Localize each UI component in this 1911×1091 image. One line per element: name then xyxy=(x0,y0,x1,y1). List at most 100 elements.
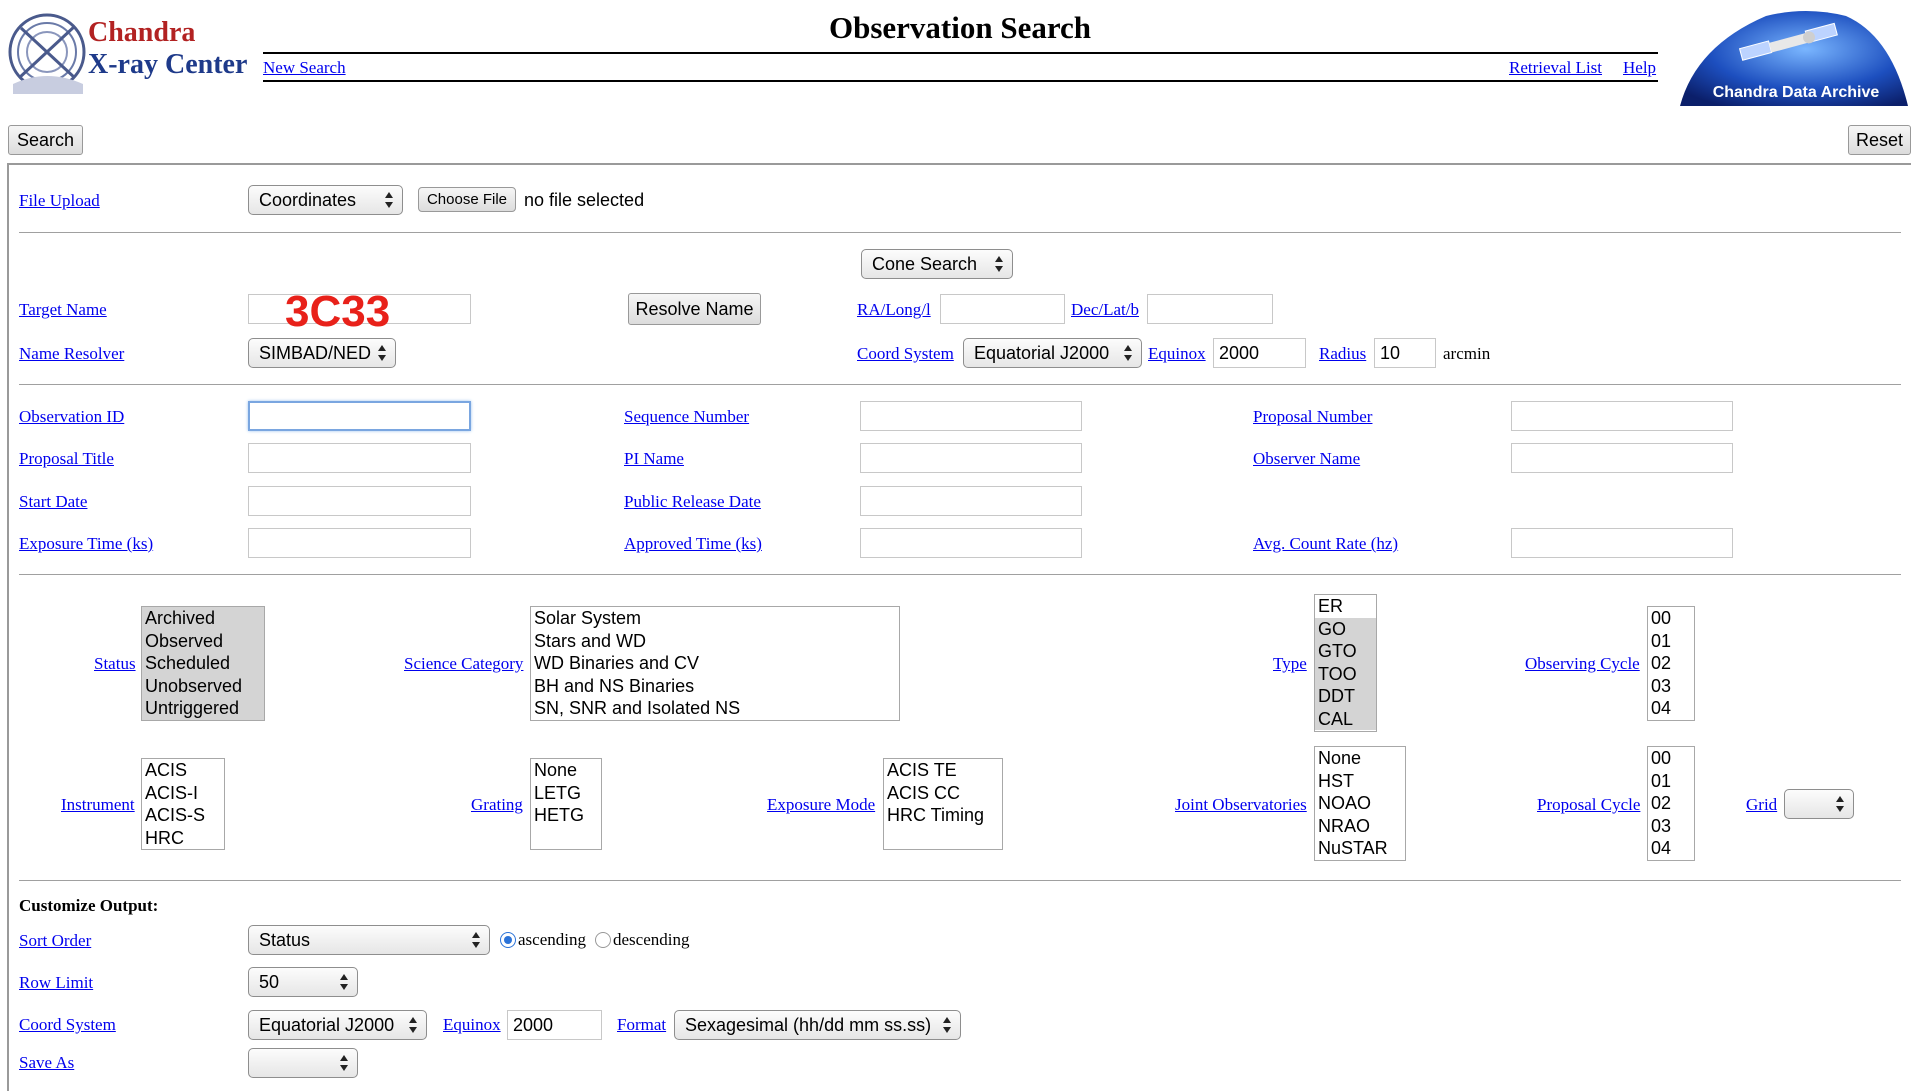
list-item[interactable]: BH and NS Binaries xyxy=(531,675,899,698)
grid-select[interactable] xyxy=(1784,789,1854,819)
sequence-number-input[interactable] xyxy=(860,401,1082,431)
proposal-title-input[interactable] xyxy=(248,443,471,473)
equinox-link[interactable]: Equinox xyxy=(1148,344,1206,364)
choose-file-button[interactable]: Choose File xyxy=(418,187,516,212)
list-item[interactable]: DDT xyxy=(1315,685,1376,708)
public-release-date-link[interactable]: Public Release Date xyxy=(624,492,761,512)
list-item[interactable]: 04 xyxy=(1648,837,1694,860)
ascending-radio[interactable] xyxy=(500,932,516,948)
list-item[interactable]: Untriggered xyxy=(142,697,264,720)
new-search-link[interactable]: New Search xyxy=(263,58,346,78)
descending-radio[interactable] xyxy=(595,932,611,948)
type-listbox[interactable]: ER GO GTO TOO DDT CAL xyxy=(1314,594,1377,732)
radius-input[interactable]: 10 xyxy=(1374,338,1436,368)
pi-name-input[interactable] xyxy=(860,443,1082,473)
list-item[interactable]: 03 xyxy=(1648,675,1694,698)
grating-link[interactable]: Grating xyxy=(471,795,523,815)
row-limit-select[interactable]: 50 xyxy=(248,967,358,997)
observation-id-input[interactable] xyxy=(248,401,471,431)
pi-name-link[interactable]: PI Name xyxy=(624,449,684,469)
list-item[interactable]: TOO xyxy=(1315,662,1376,685)
list-item[interactable]: ACIS CC xyxy=(884,782,1002,805)
sequence-number-link[interactable]: Sequence Number xyxy=(624,407,749,427)
exposure-time-input[interactable] xyxy=(248,528,471,558)
observer-name-link[interactable]: Observer Name xyxy=(1253,449,1360,469)
list-item[interactable]: HST xyxy=(1315,770,1405,793)
list-item[interactable]: WD Binaries and CV xyxy=(531,652,899,675)
list-item[interactable]: ACIS TE xyxy=(884,759,1002,782)
upload-type-select[interactable]: Coordinates xyxy=(248,185,403,215)
list-item[interactable]: ACIS-I xyxy=(142,782,224,805)
output-equinox-link[interactable]: Equinox xyxy=(443,1015,501,1035)
approved-time-link[interactable]: Approved Time (ks) xyxy=(624,534,762,554)
resolve-name-button[interactable]: Resolve Name xyxy=(628,293,761,325)
list-item[interactable]: CAL xyxy=(1315,707,1376,730)
output-coord-system-link[interactable]: Coord System xyxy=(19,1015,116,1035)
list-item[interactable]: None xyxy=(531,759,601,782)
list-item[interactable]: HETG xyxy=(531,804,601,827)
status-listbox[interactable]: Archived Observed Scheduled Unobserved U… xyxy=(141,606,265,721)
proposal-cycle-link[interactable]: Proposal Cycle xyxy=(1537,795,1640,815)
public-release-date-input[interactable] xyxy=(860,486,1082,516)
list-item[interactable]: LETG xyxy=(531,782,601,805)
target-name-input[interactable]: 3C33 xyxy=(248,289,471,335)
list-item[interactable]: ACIS xyxy=(142,759,224,782)
count-rate-input[interactable] xyxy=(1511,528,1733,558)
cone-search-select[interactable]: Cone Search xyxy=(861,249,1013,279)
list-item[interactable]: None xyxy=(1315,747,1405,770)
count-rate-link[interactable]: Avg. Count Rate (hz) xyxy=(1253,534,1398,554)
list-item[interactable]: NRAO xyxy=(1315,815,1405,838)
start-date-link[interactable]: Start Date xyxy=(19,492,87,512)
observing-cycle-listbox[interactable]: 00 01 02 03 04 xyxy=(1647,606,1695,721)
observing-cycle-link[interactable]: Observing Cycle xyxy=(1525,654,1640,674)
list-item[interactable]: SN, SNR and Isolated NS xyxy=(531,697,899,720)
dec-input[interactable] xyxy=(1147,294,1273,324)
row-limit-link[interactable]: Row Limit xyxy=(19,973,93,993)
equinox-input[interactable]: 2000 xyxy=(1213,338,1306,368)
file-upload-link[interactable]: File Upload xyxy=(19,191,100,211)
chandra-logo[interactable]: Chandra X-ray Center xyxy=(5,8,255,96)
list-item[interactable]: Solar System xyxy=(531,607,899,630)
list-item[interactable]: 01 xyxy=(1648,770,1694,793)
grid-link[interactable]: Grid xyxy=(1746,795,1777,815)
format-select[interactable]: Sexagesimal (hh/dd mm ss.ss) xyxy=(674,1010,961,1040)
exposure-mode-link[interactable]: Exposure Mode xyxy=(767,795,875,815)
science-category-listbox[interactable]: Solar System Stars and WD WD Binaries an… xyxy=(530,606,900,721)
sort-order-link[interactable]: Sort Order xyxy=(19,931,91,951)
list-item[interactable]: NuSTAR xyxy=(1315,837,1405,860)
list-item[interactable]: GTO xyxy=(1315,640,1376,663)
proposal-number-link[interactable]: Proposal Number xyxy=(1253,407,1372,427)
list-item[interactable]: Archived xyxy=(142,607,264,630)
exposure-time-link[interactable]: Exposure Time (ks) xyxy=(19,534,153,554)
list-item[interactable]: ER xyxy=(1315,595,1376,618)
list-item[interactable]: 02 xyxy=(1648,792,1694,815)
list-item[interactable]: HRC xyxy=(142,827,224,850)
list-item[interactable]: 00 xyxy=(1648,747,1694,770)
ra-input[interactable] xyxy=(940,294,1065,324)
list-item[interactable]: HRC Timing xyxy=(884,804,1002,827)
list-item[interactable]: 00 xyxy=(1648,607,1694,630)
observation-id-link[interactable]: Observation ID xyxy=(19,407,124,427)
target-name-link[interactable]: Target Name xyxy=(19,300,107,320)
radius-link[interactable]: Radius xyxy=(1319,344,1366,364)
joint-observatories-listbox[interactable]: None HST NOAO NRAO NuSTAR xyxy=(1314,746,1406,861)
grating-listbox[interactable]: None LETG HETG xyxy=(530,758,602,850)
observer-name-input[interactable] xyxy=(1511,443,1733,473)
list-item[interactable]: ACIS-S xyxy=(142,804,224,827)
format-link[interactable]: Format xyxy=(617,1015,666,1035)
list-item[interactable]: 04 xyxy=(1648,697,1694,720)
list-item[interactable]: Observed xyxy=(142,629,264,652)
science-category-link[interactable]: Science Category xyxy=(404,654,523,674)
reset-button[interactable]: Reset xyxy=(1848,125,1911,155)
proposal-cycle-listbox[interactable]: 00 01 02 03 04 xyxy=(1647,746,1695,861)
instrument-link[interactable]: Instrument xyxy=(61,795,135,815)
coord-system-select[interactable]: Equatorial J2000 xyxy=(963,338,1142,368)
save-as-select[interactable] xyxy=(248,1048,358,1078)
output-coord-system-select[interactable]: Equatorial J2000 xyxy=(248,1010,427,1040)
instrument-listbox[interactable]: ACIS ACIS-I ACIS-S HRC xyxy=(141,758,225,850)
list-item[interactable]: Stars and WD xyxy=(531,630,899,653)
list-item[interactable]: GO xyxy=(1315,617,1376,640)
proposal-number-input[interactable] xyxy=(1511,401,1733,431)
ra-link[interactable]: RA/Long/l xyxy=(857,300,931,320)
sort-order-select[interactable]: Status xyxy=(248,925,490,955)
